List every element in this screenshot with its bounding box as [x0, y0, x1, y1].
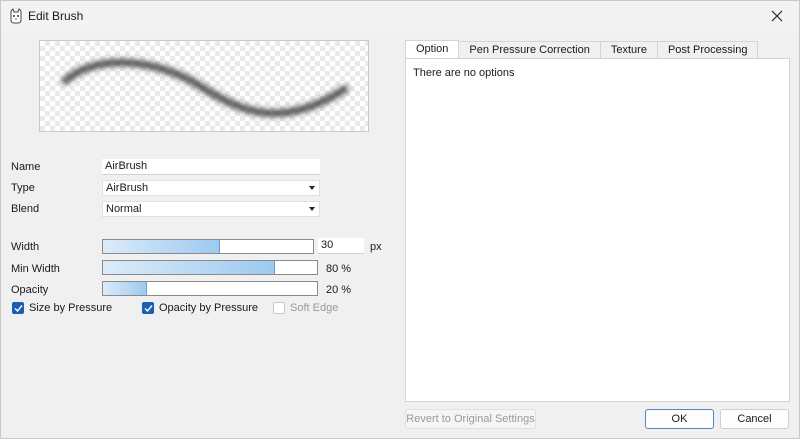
- settings-tabs: Option Pen Pressure Correction Texture P…: [405, 40, 759, 59]
- type-label: Type: [11, 182, 35, 194]
- opacity-value: 20 %: [326, 284, 352, 296]
- width-slider[interactable]: [102, 239, 314, 254]
- name-label: Name: [11, 161, 41, 173]
- checkmark-icon: [144, 304, 153, 312]
- title-bar: Edit Brush: [1, 1, 799, 31]
- chevron-down-icon: [309, 186, 315, 190]
- checkbox-box: [12, 302, 24, 314]
- min-width-slider-fill: [103, 261, 276, 274]
- chevron-down-icon: [309, 207, 315, 211]
- opacity-by-pressure-checkbox[interactable]: Opacity by Pressure: [142, 302, 258, 314]
- opacity-by-pressure-label: Opacity by Pressure: [159, 302, 259, 314]
- checkbox-box: [273, 302, 285, 314]
- width-input[interactable]: 30: [318, 238, 364, 254]
- min-width-value: 80 %: [326, 263, 352, 275]
- blend-select[interactable]: Normal: [102, 201, 320, 217]
- size-by-pressure-label: Size by Pressure: [29, 302, 113, 314]
- tab-post-processing[interactable]: Post Processing: [656, 41, 759, 58]
- tab-panel: There are no options: [405, 58, 790, 402]
- soft-edge-checkbox[interactable]: Soft Edge: [273, 302, 338, 314]
- app-icon: [9, 8, 23, 24]
- min-width-label: Min Width: [11, 263, 60, 275]
- width-label: Width: [11, 241, 40, 253]
- window-title: Edit Brush: [28, 9, 84, 23]
- size-by-pressure-checkbox[interactable]: Size by Pressure: [12, 302, 112, 314]
- tab-option[interactable]: Option: [405, 40, 460, 59]
- width-unit: px: [370, 241, 382, 253]
- opacity-slider[interactable]: [102, 281, 318, 296]
- type-select-value: AirBrush: [106, 182, 149, 194]
- blend-select-value: Normal: [106, 203, 142, 215]
- type-select[interactable]: AirBrush: [102, 180, 320, 196]
- width-slider-fill: [103, 240, 220, 253]
- soft-edge-label: Soft Edge: [290, 302, 339, 314]
- min-width-slider[interactable]: [102, 260, 318, 275]
- blend-label: Blend: [11, 203, 40, 215]
- opacity-slider-fill: [103, 282, 147, 295]
- close-icon: [771, 10, 783, 22]
- ok-button[interactable]: OK: [645, 409, 714, 429]
- no-options-message: There are no options: [413, 67, 515, 79]
- checkmark-icon: [14, 304, 23, 312]
- name-input[interactable]: AirBrush: [102, 159, 320, 175]
- checkbox-box: [142, 302, 154, 314]
- brush-preview: [39, 40, 369, 132]
- tab-pen-pressure-correction[interactable]: Pen Pressure Correction: [458, 41, 601, 58]
- edit-brush-dialog: Edit Brush Name AirBrush Type AirBrush B…: [0, 0, 800, 439]
- tab-texture[interactable]: Texture: [599, 41, 658, 58]
- revert-button[interactable]: Revert to Original Settings: [405, 409, 536, 429]
- cancel-button[interactable]: Cancel: [720, 409, 789, 429]
- close-button[interactable]: [757, 1, 797, 31]
- opacity-label: Opacity: [11, 284, 49, 296]
